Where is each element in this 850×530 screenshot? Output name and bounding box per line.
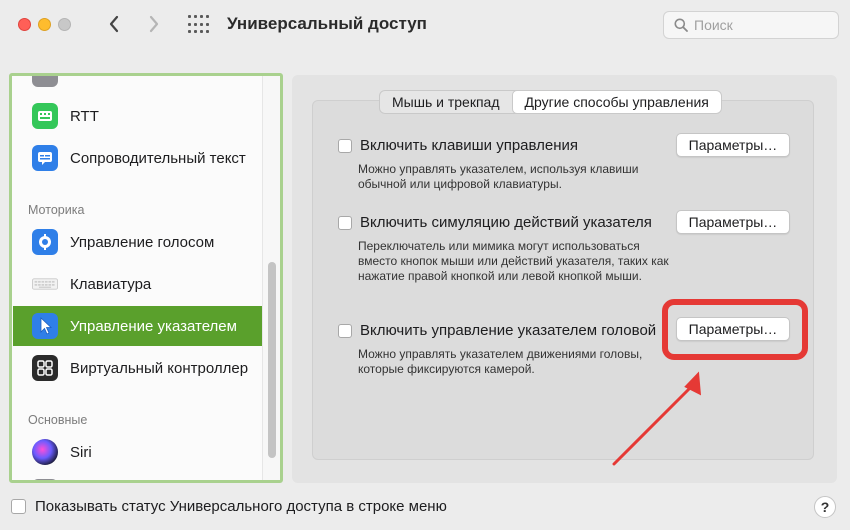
head-pointer-label[interactable]: Включить управление указателем головой: [360, 322, 656, 339]
minimize-window-button[interactable]: [38, 18, 51, 31]
back-button[interactable]: [102, 12, 126, 36]
sidebar-scrollbar[interactable]: [268, 262, 276, 458]
sidebar-item-label: Управление голосом: [70, 233, 215, 251]
sidebar-item-partial-bottom[interactable]: [16, 472, 262, 480]
keyboard-icon: [32, 271, 58, 297]
search-field[interactable]: [663, 11, 839, 39]
alternate-pointer-options-button[interactable]: Параметры…: [676, 210, 790, 234]
sidebar-item-switch-control[interactable]: Виртуальный контроллер: [16, 348, 262, 388]
alternate-pointer-description: Переключатель или мимика могут использов…: [358, 239, 669, 283]
alternate-pointer-checkbox[interactable]: [338, 215, 352, 230]
pointer-icon: [32, 313, 58, 339]
search-input[interactable]: [694, 17, 834, 33]
siri-icon: [32, 439, 58, 465]
voice-control-icon: [32, 229, 58, 255]
forward-button[interactable]: [142, 12, 166, 36]
search-icon: [674, 18, 688, 32]
zoom-window-button[interactable]: [58, 18, 71, 31]
sidebar[interactable]: RTT Сопроводительный текст Моторика Упра…: [9, 73, 283, 483]
sidebar-item-siri[interactable]: Siri: [16, 432, 262, 472]
switch-control-icon: [32, 355, 58, 381]
head-pointer-description: Можно управлять указателем движениями го…: [358, 347, 643, 376]
captions-icon: [32, 145, 58, 171]
title-bar: Универсальный доступ: [0, 0, 850, 50]
sidebar-item-pointer-control[interactable]: Управление указателем: [13, 306, 262, 346]
mouse-keys-options-button[interactable]: Параметры…: [676, 133, 790, 157]
annotation-highlight: [662, 299, 808, 360]
close-window-button[interactable]: [18, 18, 31, 31]
option-head-pointer: Включить управление указателем головой: [338, 322, 656, 339]
mouse-keys-description: Можно управлять указателем, используя кл…: [358, 162, 639, 191]
sidebar-item-label: Сопроводительный текст: [70, 149, 246, 167]
mouse-keys-checkbox[interactable]: [338, 138, 352, 153]
sidebar-item-rtt[interactable]: RTT: [16, 96, 262, 136]
show-status-label[interactable]: Показывать статус Универсального доступа…: [35, 498, 447, 515]
tab-bar: Мышь и трекпад Другие способы управления: [379, 90, 722, 114]
mouse-keys-label[interactable]: Включить клавиши управления: [360, 137, 578, 154]
sidebar-item-label: Управление указателем: [70, 317, 237, 335]
sidebar-item-label: Виртуальный контроллер: [70, 359, 249, 377]
section-header-general: Основные: [28, 413, 88, 427]
partial-icon: [32, 76, 58, 87]
show-all-grid-icon[interactable]: [188, 15, 210, 35]
rtt-icon: [32, 103, 58, 129]
alternate-pointer-label[interactable]: Включить симуляцию действий указателя: [360, 214, 652, 231]
tab-mouse-trackpad[interactable]: Мышь и трекпад: [380, 91, 512, 113]
sidebar-item-label: RTT: [70, 107, 99, 125]
tab-alternate-control[interactable]: Другие способы управления: [511, 91, 721, 113]
sidebar-item-label: Клавиатура: [70, 275, 152, 293]
sidebar-item-voice-control[interactable]: Управление голосом: [16, 222, 262, 262]
help-button[interactable]: ?: [814, 496, 836, 518]
section-header-motor: Моторика: [28, 203, 85, 217]
show-status-row: Показывать статус Универсального доступа…: [11, 498, 447, 515]
show-status-checkbox[interactable]: [11, 499, 26, 514]
option-alternate-pointer: Включить симуляцию действий указателя: [338, 214, 652, 231]
option-mouse-keys: Включить клавиши управления: [338, 137, 578, 154]
sidebar-item-label: Siri: [70, 443, 92, 461]
chevron-right-icon: [149, 15, 159, 33]
partial-icon: [32, 479, 58, 480]
sidebar-item-keyboard[interactable]: Клавиатура: [16, 264, 262, 304]
chevron-left-icon: [109, 15, 119, 33]
sidebar-item-captions[interactable]: Сопроводительный текст: [16, 138, 262, 178]
head-pointer-checkbox[interactable]: [338, 323, 352, 338]
window-title: Универсальный доступ: [227, 14, 427, 33]
sidebar-item-partial[interactable]: [16, 76, 262, 94]
